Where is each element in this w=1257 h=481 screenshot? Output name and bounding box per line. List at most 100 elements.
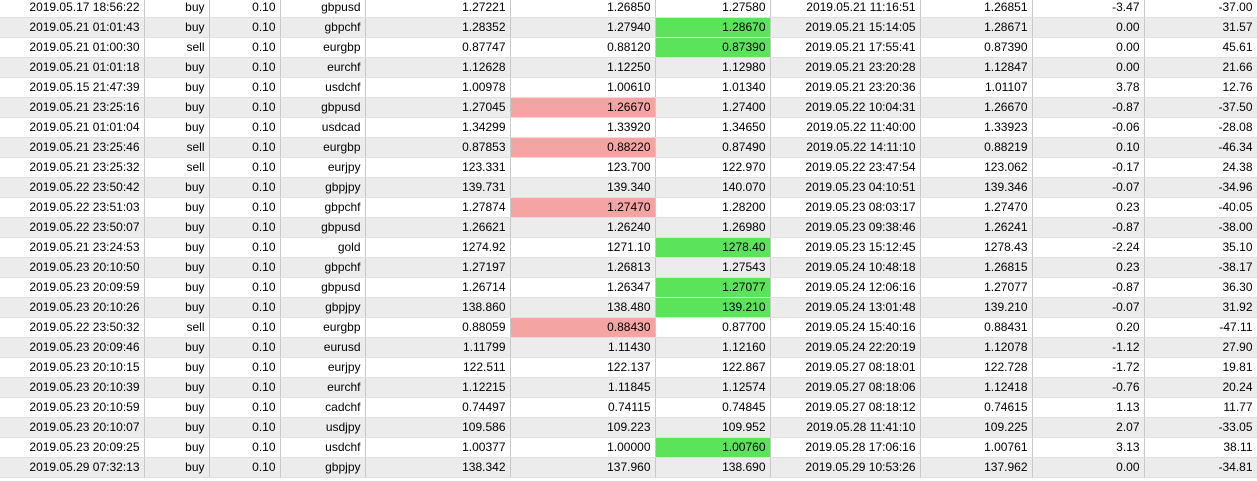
stop-loss-cell: 1.26347 — [510, 277, 656, 298]
open-price-cell: 1274.92 — [365, 237, 511, 258]
symbol-cell: eurgbp — [280, 317, 366, 338]
take-profit-cell: 122.970 — [655, 157, 771, 178]
take-profit-cell: 109.952 — [655, 417, 771, 438]
table-row[interactable]: 2019.05.23 20:10:15 buy 0.10 eurjpy 122.511 1… — [0, 357, 1257, 378]
swap-cell: -0.87 — [1032, 277, 1145, 298]
profit-cell: 20.24 — [1144, 377, 1257, 398]
open-time-cell: 2019.05.23 20:10:39 — [0, 377, 145, 398]
table-row[interactable]: 2019.05.21 01:01:04 buy 0.10 usdcad 1.34299 1… — [0, 117, 1257, 138]
close-time-cell: 2019.05.23 08:03:17 — [770, 197, 921, 218]
trade-type-cell: buy — [144, 217, 210, 238]
close-price-cell: 0.87390 — [920, 37, 1033, 58]
table-row[interactable]: 2019.05.23 20:09:25 buy 0.10 usdchf 1.00377 1… — [0, 437, 1257, 458]
table-row[interactable]: 2019.05.22 23:50:42 buy 0.10 gbpjpy 139.731 1… — [0, 177, 1257, 198]
stop-loss-cell: 1.26240 — [510, 217, 656, 238]
symbol-cell: eurgbp — [280, 37, 366, 58]
swap-cell: -0.87 — [1032, 217, 1145, 238]
profit-cell: 38.11 — [1144, 437, 1257, 458]
table-row[interactable]: 2019.05.17 18:56:22 buy 0.10 gbpusd 1.27221 1… — [0, 0, 1257, 18]
open-price-cell: 0.88059 — [365, 317, 511, 338]
close-time-cell: 2019.05.28 17:06:16 — [770, 437, 921, 458]
symbol-cell: gbpusd — [280, 0, 366, 18]
table-row[interactable]: 2019.05.23 20:10:26 buy 0.10 gbpjpy 138.860 1… — [0, 297, 1257, 318]
stop-loss-cell: 1.12250 — [510, 57, 656, 78]
profit-cell: -47.11 — [1144, 317, 1257, 338]
trade-type-cell: buy — [144, 257, 210, 278]
table-row[interactable]: 2019.05.23 20:10:50 buy 0.10 gbpchf 1.27197 1… — [0, 257, 1257, 278]
open-time-cell: 2019.05.22 23:50:42 — [0, 177, 145, 198]
close-time-cell: 2019.05.22 11:40:00 — [770, 117, 921, 138]
lot-size-cell: 0.10 — [209, 57, 281, 78]
trade-type-cell: buy — [144, 437, 210, 458]
open-price-cell: 1.27874 — [365, 197, 511, 218]
lot-size-cell: 0.10 — [209, 197, 281, 218]
table-row[interactable]: 2019.05.22 23:51:03 buy 0.10 gbpchf 1.27874 1… — [0, 197, 1257, 218]
take-profit-cell: 1.27580 — [655, 0, 771, 18]
table-row[interactable]: 2019.05.23 20:10:07 buy 0.10 usdjpy 109.586 1… — [0, 417, 1257, 438]
table-row[interactable]: 2019.05.21 23:25:16 buy 0.10 gbpusd 1.27045 1… — [0, 97, 1257, 118]
profit-cell: 21.66 — [1144, 57, 1257, 78]
swap-cell: 1.13 — [1032, 397, 1145, 418]
close-price-cell: 1.12078 — [920, 337, 1033, 358]
close-price-cell: 1.26670 — [920, 97, 1033, 118]
swap-cell: 0.10 — [1032, 137, 1145, 158]
swap-cell: 3.13 — [1032, 437, 1145, 458]
stop-loss-cell: 1.26670 — [510, 97, 656, 118]
symbol-cell: gbpchf — [280, 17, 366, 38]
trade-type-cell: buy — [144, 377, 210, 398]
lot-size-cell: 0.10 — [209, 177, 281, 198]
open-time-cell: 2019.05.21 01:01:04 — [0, 117, 145, 138]
lot-size-cell: 0.10 — [209, 457, 281, 478]
table-row[interactable]: 2019.05.21 01:01:43 buy 0.10 gbpchf 1.28352 1… — [0, 17, 1257, 38]
table-row[interactable]: 2019.05.21 01:00:30 sell 0.10 eurgbp 0.87747… — [0, 37, 1257, 58]
open-price-cell: 0.87853 — [365, 137, 511, 158]
table-row[interactable]: 2019.05.21 23:24:53 buy 0.10 gold 1274.92 127… — [0, 237, 1257, 258]
table-row[interactable]: 2019.05.21 01:01:18 buy 0.10 eurchf 1.12628 1… — [0, 57, 1257, 78]
table-row[interactable]: 2019.05.22 23:50:32 sell 0.10 eurgbp 0.88059… — [0, 317, 1257, 338]
stop-loss-cell: 1.00000 — [510, 437, 656, 458]
take-profit-cell: 1.34650 — [655, 117, 771, 138]
open-time-cell: 2019.05.23 20:09:46 — [0, 337, 145, 358]
close-price-cell: 1.28671 — [920, 17, 1033, 38]
stop-loss-cell: 1.27470 — [510, 197, 656, 218]
table-row[interactable]: 2019.05.22 23:50:07 buy 0.10 gbpusd 1.26621 1… — [0, 217, 1257, 238]
table-row[interactable]: 2019.05.29 07:32:13 buy 0.10 gbpjpy 138.342 1… — [0, 457, 1257, 478]
swap-cell: 0.20 — [1032, 317, 1145, 338]
take-profit-cell: 1.00760 — [655, 437, 771, 458]
table-row[interactable]: 2019.05.23 20:10:59 buy 0.10 cadchf 0.74497 0… — [0, 397, 1257, 418]
lot-size-cell: 0.10 — [209, 157, 281, 178]
take-profit-cell: 0.87490 — [655, 137, 771, 158]
trade-type-cell: buy — [144, 97, 210, 118]
trade-type-cell: buy — [144, 417, 210, 438]
lot-size-cell: 0.10 — [209, 317, 281, 338]
table-row[interactable]: 2019.05.15 21:47:39 buy 0.10 usdchf 1.00978 1… — [0, 77, 1257, 98]
stop-loss-cell: 0.88430 — [510, 317, 656, 338]
swap-cell: -1.72 — [1032, 357, 1145, 378]
open-price-cell: 138.342 — [365, 457, 511, 478]
lot-size-cell: 0.10 — [209, 357, 281, 378]
open-price-cell: 1.26714 — [365, 277, 511, 298]
close-price-cell: 1.27470 — [920, 197, 1033, 218]
profit-cell: -34.81 — [1144, 457, 1257, 478]
stop-loss-cell: 137.960 — [510, 457, 656, 478]
table-row[interactable]: 2019.05.23 20:09:46 buy 0.10 eurusd 1.11799 1… — [0, 337, 1257, 358]
lot-size-cell: 0.10 — [209, 337, 281, 358]
table-row[interactable]: 2019.05.21 23:25:46 sell 0.10 eurgbp 0.87853… — [0, 137, 1257, 158]
swap-cell: 3.78 — [1032, 77, 1145, 98]
swap-cell: 0.23 — [1032, 257, 1145, 278]
open-price-cell: 139.731 — [365, 177, 511, 198]
open-time-cell: 2019.05.21 01:01:43 — [0, 17, 145, 38]
table-row[interactable]: 2019.05.23 20:09:59 buy 0.10 gbpusd 1.26714 1… — [0, 277, 1257, 298]
close-time-cell: 2019.05.29 10:53:26 — [770, 457, 921, 478]
profit-cell: 19.81 — [1144, 357, 1257, 378]
open-price-cell: 122.511 — [365, 357, 511, 378]
table-row[interactable]: 2019.05.23 20:10:39 buy 0.10 eurchf 1.12215 1… — [0, 377, 1257, 398]
profit-cell: -28.08 — [1144, 117, 1257, 138]
close-time-cell: 2019.05.21 11:16:51 — [770, 0, 921, 18]
table-row[interactable]: 2019.05.21 23:25:32 sell 0.10 eurjpy 123.331… — [0, 157, 1257, 178]
open-price-cell: 1.26621 — [365, 217, 511, 238]
take-profit-cell: 1.26980 — [655, 217, 771, 238]
open-time-cell: 2019.05.21 23:25:46 — [0, 137, 145, 158]
symbol-cell: eurchf — [280, 57, 366, 78]
stop-loss-cell: 139.340 — [510, 177, 656, 198]
